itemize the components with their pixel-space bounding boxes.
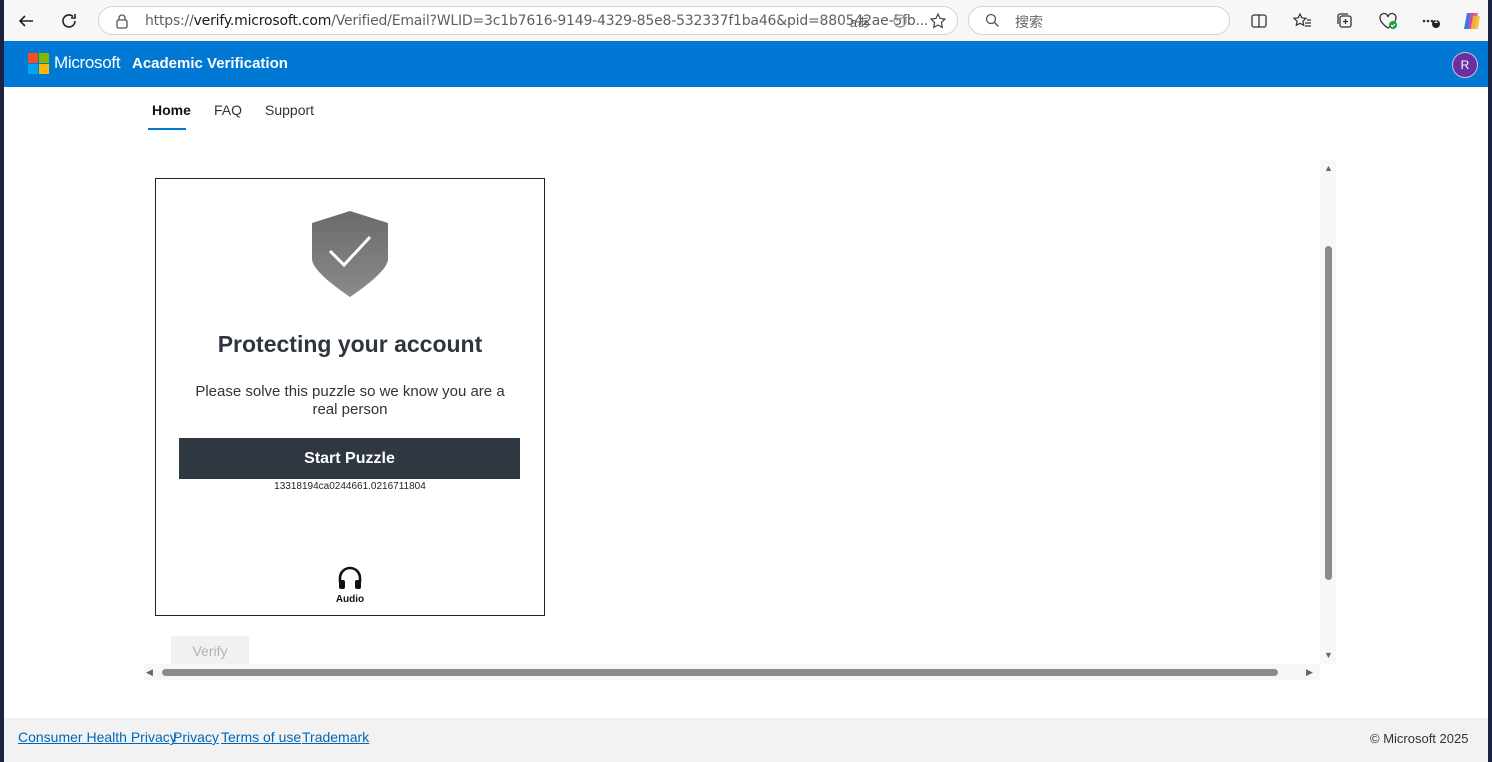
footer-link-terms[interactable]: Terms of use — [221, 729, 301, 745]
vertical-scroll-thumb[interactable] — [1325, 246, 1332, 580]
lock-icon[interactable] — [115, 13, 129, 34]
scroll-down-icon[interactable]: ▼ — [1324, 650, 1333, 660]
active-tab-indicator — [148, 128, 186, 130]
scroll-up-icon[interactable]: ▲ — [1324, 163, 1333, 173]
verify-button[interactable]: Verify — [171, 636, 249, 666]
avatar[interactable]: R — [1452, 52, 1478, 78]
favorite-star-icon[interactable] — [927, 11, 949, 31]
browser-toolbar: https://verify.microsoft.com/Verified/Em… — [4, 0, 1488, 41]
nav-faq[interactable]: FAQ — [214, 102, 242, 118]
address-bar[interactable]: https://verify.microsoft.com/Verified/Em… — [98, 6, 958, 35]
browser-essentials-icon[interactable] — [1374, 7, 1402, 35]
more-options-icon[interactable]: 1 — [1417, 7, 1445, 35]
audio-button[interactable]: Audio — [330, 565, 370, 605]
url-text[interactable]: https://verify.microsoft.com/Verified/Em… — [145, 13, 929, 29]
nav-support[interactable]: Support — [265, 102, 314, 118]
copyright: © Microsoft 2025 — [1370, 731, 1469, 746]
site-header: Microsoft Academic Verification R — [4, 41, 1488, 87]
headphones-icon[interactable] — [337, 566, 363, 595]
search-icon — [985, 13, 1000, 33]
start-puzzle-button[interactable]: Start Puzzle — [179, 438, 520, 479]
split-screen-icon[interactable] — [1245, 7, 1273, 35]
brand-name[interactable]: Microsoft — [54, 53, 121, 73]
refresh-icon[interactable] — [55, 7, 83, 35]
more-options-badge: 1 — [1434, 18, 1438, 25]
puzzle-title: Protecting your account — [217, 331, 483, 357]
nav-home[interactable]: Home — [152, 102, 191, 118]
product-name[interactable]: Academic Verification — [132, 55, 288, 72]
copilot-icon[interactable] — [1458, 7, 1486, 35]
footer-link-consumer-health-privacy[interactable]: Consumer Health Privacy — [18, 729, 177, 745]
footer-link-trademark[interactable]: Trademark — [302, 729, 369, 745]
horizontal-scroll-thumb[interactable] — [162, 669, 1278, 676]
collections-icon[interactable] — [1331, 7, 1359, 35]
scroll-right-icon[interactable]: ▶ — [1306, 667, 1313, 678]
audio-label: Audio — [335, 594, 365, 605]
puzzle-card: Protecting your account Please solve thi… — [155, 178, 545, 616]
scroll-left-icon[interactable]: ◀ — [146, 667, 153, 678]
favorites-icon[interactable] — [1288, 7, 1316, 35]
shield-check-icon — [310, 209, 390, 304]
puzzle-frame: Protecting your account Please solve thi… — [144, 160, 1336, 682]
search-placeholder: 搜索 — [1015, 14, 1043, 30]
puzzle-description: Please solve this puzzle so we know you … — [195, 383, 505, 418]
footer-link-privacy[interactable]: Privacy — [173, 729, 219, 745]
microsoft-logo-icon[interactable] — [28, 53, 49, 74]
site-footer: Consumer Health Privacy Privacy Terms of… — [4, 718, 1488, 762]
back-icon[interactable] — [12, 7, 40, 35]
browser-search-box[interactable]: 搜索 — [968, 6, 1230, 35]
refresh-page-icon[interactable] — [889, 11, 911, 31]
browser-window: https://verify.microsoft.com/Verified/Em… — [4, 0, 1488, 762]
session-id: 13318194ca0244661.0216711804 — [274, 481, 426, 492]
read-aloud-icon[interactable]: aあ — [849, 11, 871, 31]
